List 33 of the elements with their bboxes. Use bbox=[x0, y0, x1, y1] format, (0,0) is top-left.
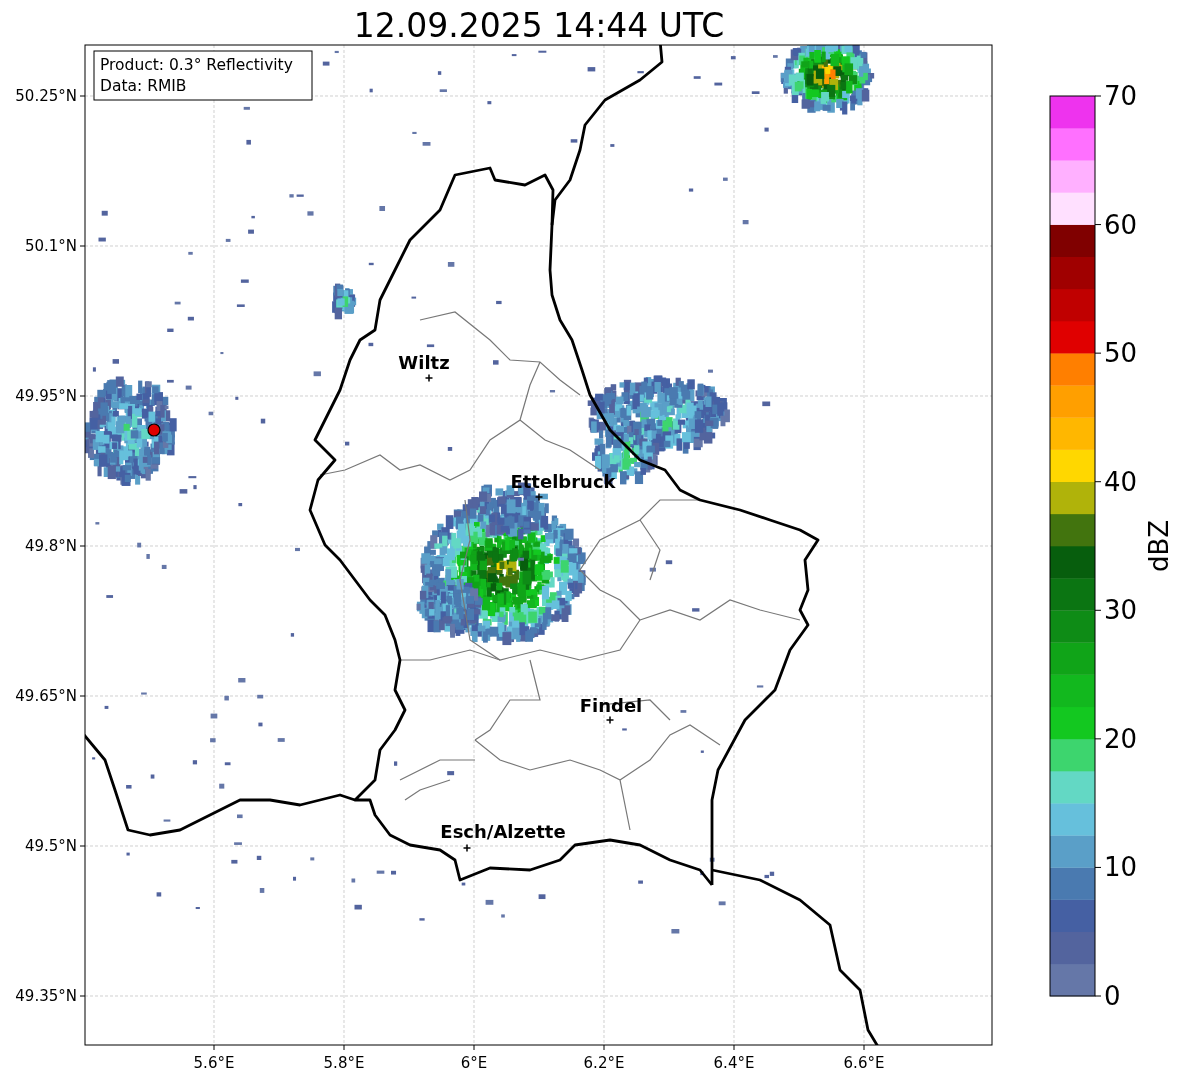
colorbar-label: dBZ bbox=[1144, 519, 1174, 573]
colorbar-tick-label: 20 bbox=[1104, 723, 1138, 754]
axis-tick-label: 6°E bbox=[460, 1054, 488, 1072]
axis-tick-label: 50.1°N bbox=[24, 237, 77, 255]
colorbar-tick-label: 10 bbox=[1104, 852, 1138, 883]
axis-tick-label: 49.5°N bbox=[24, 837, 77, 855]
axis-tick-label: 49.65°N bbox=[15, 687, 77, 705]
colorbar-tick-label: 50 bbox=[1104, 338, 1138, 369]
city-label: Wiltz bbox=[398, 352, 450, 373]
colorbar-tick-label: 30 bbox=[1104, 595, 1138, 626]
axis-tick-label: 49.8°N bbox=[24, 537, 77, 555]
city-label: Findel bbox=[579, 695, 643, 716]
city-marker-icon bbox=[424, 373, 434, 383]
radar-site-icon bbox=[147, 423, 161, 437]
axis-tick-label: 49.35°N bbox=[15, 987, 77, 1005]
info-text: Data: RMIB bbox=[100, 77, 187, 95]
city-label: Esch/Alzette bbox=[440, 821, 566, 842]
colorbar-tick-label: 0 bbox=[1104, 981, 1121, 1011]
info-text: Product: 0.3° Reflectivity bbox=[100, 56, 293, 74]
city-marker-icon bbox=[605, 715, 615, 725]
axis-tick-label: 5.6°E bbox=[193, 1054, 235, 1072]
colorbar-tick-label: 70 bbox=[1104, 81, 1138, 111]
axis-tick-label: 6.2°E bbox=[583, 1054, 625, 1072]
colorbar-tick-label: 40 bbox=[1104, 466, 1138, 497]
axis-tick-label: 6.4°E bbox=[713, 1054, 755, 1072]
axis-tick-label: 49.95°N bbox=[15, 387, 77, 405]
colorbar-tick-label: 60 bbox=[1104, 209, 1138, 240]
city-marker-icon bbox=[534, 492, 544, 502]
axis-tick-label: 5.8°E bbox=[323, 1054, 365, 1072]
axis-tick-label: 6.6°E bbox=[843, 1054, 885, 1072]
axis-tick-label: 50.25°N bbox=[15, 87, 77, 105]
city-marker-icon bbox=[462, 843, 472, 853]
chart-title: 12.09.2025 14:44 UTC bbox=[353, 6, 725, 45]
